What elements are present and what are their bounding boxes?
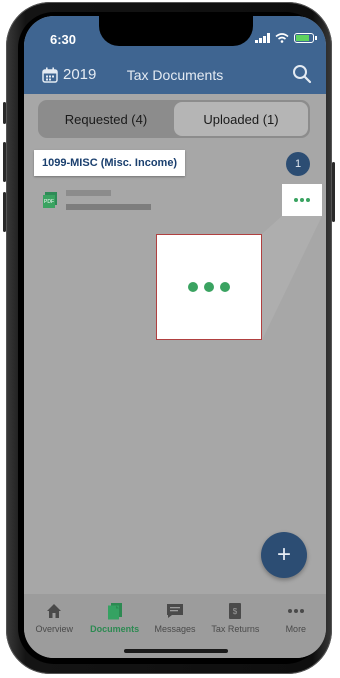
screen: 6:30 2019 Tax Documents Requested (4) Up… xyxy=(24,16,326,658)
home-indicator[interactable] xyxy=(124,649,228,653)
side-button xyxy=(3,192,6,232)
notch xyxy=(99,16,253,46)
battery-icon xyxy=(294,33,317,43)
more-dot xyxy=(188,282,198,292)
tab-label: Overview xyxy=(35,624,73,634)
tax-returns-icon: $ xyxy=(229,603,242,619)
wifi-icon xyxy=(275,33,289,43)
phone-frame: 6:30 2019 Tax Documents Requested (4) Up… xyxy=(3,2,335,674)
more-dot xyxy=(220,282,230,292)
more-dot xyxy=(306,198,310,202)
more-dot xyxy=(204,282,214,292)
app-header: 6:30 2019 Tax Documents xyxy=(24,16,326,94)
tab-overview[interactable]: Overview xyxy=(24,594,84,658)
add-document-button[interactable]: + xyxy=(261,532,307,578)
pdf-icon: PDF xyxy=(43,192,57,208)
tab-label: Tax Returns xyxy=(211,624,260,634)
side-button xyxy=(3,142,6,182)
side-button xyxy=(3,102,6,124)
more-options-button[interactable] xyxy=(282,184,322,216)
file-name-redacted xyxy=(66,190,111,196)
tab-more[interactable]: More xyxy=(266,594,326,658)
more-dot xyxy=(300,198,304,202)
tab-label: Documents xyxy=(90,624,140,634)
tab-requested[interactable]: Requested (4) xyxy=(40,102,172,136)
page-title: Tax Documents xyxy=(126,67,224,83)
tab-label: More xyxy=(285,624,307,634)
file-details-redacted xyxy=(66,204,151,210)
pdf-icon-label: PDF xyxy=(44,199,54,205)
more-options-zoom-callout xyxy=(156,234,262,340)
segmented-control: Requested (4) Uploaded (1) xyxy=(38,100,310,138)
svg-text:$: $ xyxy=(233,607,238,616)
side-button xyxy=(332,162,335,222)
tab-label: Messages xyxy=(154,624,196,634)
search-icon[interactable] xyxy=(292,64,312,84)
status-icons xyxy=(255,33,317,43)
more-icon xyxy=(287,609,304,613)
document-category-label: 1099-MISC (Misc. Income) xyxy=(34,150,186,176)
tab-uploaded[interactable]: Uploaded (1) xyxy=(174,102,308,136)
status-time: 6:30 xyxy=(50,32,77,47)
document-count-badge: 1 xyxy=(286,152,310,176)
documents-icon xyxy=(107,603,122,620)
signal-icon xyxy=(255,33,270,43)
home-icon xyxy=(47,604,62,618)
messages-icon xyxy=(167,604,184,618)
more-dot xyxy=(294,198,298,202)
